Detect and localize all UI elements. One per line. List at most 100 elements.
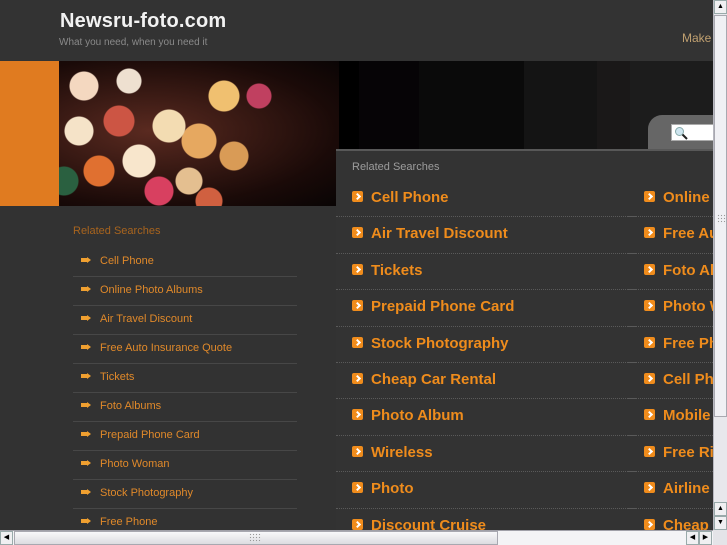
grip-icon [717, 214, 726, 224]
pointing-hand-icon [81, 257, 91, 263]
result-link[interactable]: Wireless [336, 436, 636, 473]
result-link-label[interactable]: Photo Album [371, 407, 464, 424]
results-left-column: Cell Phone Air Travel Discount Tickets P… [336, 181, 636, 545]
magnifier-icon [675, 127, 688, 140]
result-link[interactable]: Photo Woman [628, 290, 713, 327]
result-link[interactable]: Cheap Car Rental [336, 363, 636, 400]
sidebar-item[interactable]: Cell Phone [73, 248, 297, 277]
vertical-scrollbar[interactable]: ▲ ▲ ▼ [713, 0, 727, 530]
chevron-right-icon [352, 227, 363, 239]
chevron-right-icon [352, 191, 363, 202]
chevron-right-icon [352, 409, 363, 421]
result-link-label[interactable]: Online Photo Albums [663, 189, 713, 206]
result-link[interactable]: Cell Phone [336, 181, 636, 218]
chevron-right-icon [644, 263, 655, 275]
pointing-hand-icon [81, 315, 91, 321]
horizontal-scrollbar[interactable]: ◀ ◀ ▶ [0, 530, 713, 545]
chevron-right-icon [644, 482, 655, 494]
pointing-hand-icon [81, 489, 91, 495]
sidebar-item-label[interactable]: Air Travel Discount [100, 313, 192, 325]
result-link-label[interactable]: Air Travel Discount [371, 225, 508, 242]
scroll-up-button[interactable]: ▲ [714, 0, 727, 14]
horizontal-scroll-thumb[interactable] [14, 531, 498, 545]
result-link[interactable]: Prepaid Phone Card [336, 290, 636, 327]
result-link[interactable]: Airline Tickets [628, 472, 713, 509]
pointing-hand-icon [81, 431, 91, 437]
sidebar-item[interactable]: Prepaid Phone Card [73, 422, 297, 451]
sidebar-item[interactable]: Free Auto Insurance Quote [73, 335, 297, 364]
sidebar-item[interactable]: Photo Woman [73, 451, 297, 480]
result-link[interactable]: Stock Photography [336, 327, 636, 363]
result-link-label[interactable]: Free Ringtones [663, 444, 713, 461]
chevron-right-icon [352, 445, 363, 457]
sidebar-heading: Related Searches [73, 225, 161, 237]
vertical-scroll-thumb[interactable] [714, 15, 727, 417]
scroll-left-button[interactable]: ◀ [0, 531, 13, 545]
chevron-right-icon [352, 518, 363, 530]
result-link-label[interactable]: Cell Phone [371, 189, 449, 206]
result-link-label[interactable]: Airline Tickets [663, 480, 713, 497]
result-link[interactable]: Photo Album [336, 399, 636, 436]
scroll-right-button[interactable]: ▶ [699, 531, 712, 545]
result-link-label[interactable]: Mobile [663, 407, 711, 424]
sidebar-item-label[interactable]: Photo Woman [100, 458, 170, 470]
result-link-label[interactable]: Cheap Car Rental [371, 371, 496, 388]
pointing-hand-icon [81, 344, 91, 350]
result-link-label[interactable]: Tickets [371, 262, 422, 279]
result-link-label[interactable]: Photo Woman [663, 298, 713, 315]
result-link[interactable]: Free Auto Insurance Quote [628, 217, 713, 254]
sidebar-item-label[interactable]: Cell Phone [100, 255, 154, 267]
sidebar-item[interactable]: Tickets [73, 364, 297, 393]
sidebar-item-label[interactable]: Foto Albums [100, 400, 161, 412]
sidebar-item[interactable]: Foto Albums [73, 393, 297, 422]
result-link[interactable]: Air Travel Discount [336, 217, 636, 254]
sidebar-item[interactable]: Online Photo Albums [73, 277, 297, 306]
chevron-right-icon [644, 300, 655, 312]
chevron-right-icon [644, 227, 655, 239]
chevron-right-icon [352, 336, 363, 348]
scrollbar-corner [713, 530, 727, 545]
pointing-hand-icon [81, 373, 91, 379]
sidebar-item-label[interactable]: Tickets [100, 371, 134, 383]
related-searches-panel: Related Searches Cell Phone Air Travel D… [336, 149, 713, 545]
result-link-label[interactable]: Foto Albums [663, 262, 713, 279]
result-link-label[interactable]: Photo [371, 480, 414, 497]
result-link-label[interactable]: Wireless [371, 444, 433, 461]
site-title[interactable]: Newsru-foto.com [60, 10, 226, 33]
sidebar-item-label[interactable]: Free Phone [100, 516, 157, 528]
chevron-right-icon [644, 372, 655, 384]
chevron-right-icon [644, 409, 655, 421]
result-link[interactable]: Photo [336, 472, 636, 509]
result-link[interactable]: Foto Albums [628, 254, 713, 291]
result-link-label[interactable]: Stock Photography [371, 335, 509, 352]
chevron-right-icon [352, 300, 363, 312]
chevron-right-icon [644, 191, 655, 202]
make-homepage-link[interactable]: Make [682, 31, 711, 45]
sidebar-item[interactable]: Air Travel Discount [73, 306, 297, 335]
results-right-column: Online Photo Albums Free Auto Insurance … [628, 181, 713, 545]
scroll-up-button-lower[interactable]: ▲ [714, 502, 727, 516]
result-link[interactable]: Cell Phones [628, 363, 713, 400]
sidebar-item-label[interactable]: Prepaid Phone Card [100, 429, 200, 441]
chevron-right-icon [644, 445, 655, 457]
result-link-label[interactable]: Cell Phones [663, 371, 713, 388]
sidebar-item[interactable]: Stock Photography [73, 480, 297, 509]
sidebar-item-label[interactable]: Stock Photography [100, 487, 193, 499]
site-tagline: What you need, when you need it [59, 37, 208, 48]
result-link-label[interactable]: Free Phone [663, 335, 713, 352]
chevron-right-icon [352, 372, 363, 384]
result-link-label[interactable]: Free Auto Insurance Quote [663, 225, 713, 242]
result-link[interactable]: Free Ringtones [628, 436, 713, 473]
result-link[interactable]: Free Phone [628, 327, 713, 363]
pointing-hand-icon [81, 518, 91, 524]
site-header: Newsru-foto.com What you need, when you … [0, 0, 713, 61]
result-link[interactable]: Tickets [336, 254, 636, 291]
sidebar-item-label[interactable]: Free Auto Insurance Quote [100, 342, 232, 354]
result-link[interactable]: Mobile [628, 399, 713, 436]
result-link-label[interactable]: Prepaid Phone Card [371, 298, 514, 315]
result-link[interactable]: Online Photo Albums [628, 181, 713, 218]
scroll-down-button[interactable]: ▼ [714, 516, 727, 530]
sidebar-item-label[interactable]: Online Photo Albums [100, 284, 203, 296]
panel-heading: Related Searches [352, 161, 440, 173]
scroll-left-button-right[interactable]: ◀ [686, 531, 699, 545]
